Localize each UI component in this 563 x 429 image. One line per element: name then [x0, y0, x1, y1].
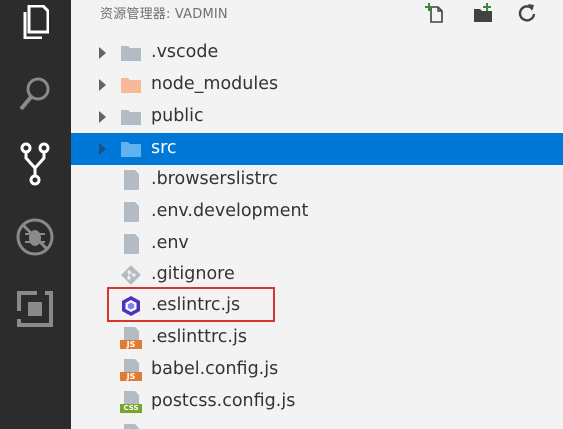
- search-icon[interactable]: [13, 72, 57, 116]
- tree-item-vscode[interactable]: .vscode: [71, 37, 563, 69]
- refresh-icon[interactable]: [515, 2, 539, 24]
- tree-item-env[interactable]: .env: [71, 228, 563, 260]
- new-folder-icon[interactable]: [471, 2, 495, 24]
- folder-icon: [121, 110, 141, 125]
- tree-item-eslinttrc-js[interactable]: JS .eslinttrc.js: [71, 322, 563, 354]
- debug-icon[interactable]: [13, 215, 57, 259]
- tree-item-label: babel.config.js: [151, 359, 279, 379]
- chevron-right-icon: [99, 111, 106, 123]
- folder-icon: [121, 46, 141, 61]
- tree-item-node-modules[interactable]: node_modules: [71, 69, 563, 101]
- tree-item-babel-config-js[interactable]: JS babel.config.js: [71, 354, 563, 386]
- git-icon: [121, 265, 141, 285]
- tree-item-partial[interactable]: [71, 418, 563, 429]
- chevron-right-icon: [99, 79, 106, 91]
- tree-item-label: .browserslistrc: [151, 169, 278, 189]
- js-file-icon: JS: [120, 359, 142, 381]
- css-file-icon: CSS: [120, 391, 142, 413]
- tree-item-browserslistrc[interactable]: .browserslistrc: [71, 164, 563, 196]
- js-badge: JS: [120, 340, 142, 349]
- js-file-icon: JS: [120, 327, 142, 349]
- tree-item-label: src: [151, 138, 177, 158]
- css-badge: CSS: [120, 404, 142, 413]
- js-badge: JS: [120, 372, 142, 381]
- tree-item-src[interactable]: src: [71, 133, 563, 165]
- tree-item-postcss-config-js[interactable]: CSS postcss.config.js: [71, 386, 563, 418]
- tree-item-label: postcss.config.js: [151, 391, 296, 411]
- file-icon: [124, 234, 139, 254]
- tree-item-label: .gitignore: [151, 264, 235, 284]
- folder-icon: [121, 78, 141, 93]
- tree-item-label: node_modules: [151, 74, 279, 94]
- file-icon: [124, 424, 139, 429]
- tree-item-label: public: [151, 106, 204, 126]
- files-icon[interactable]: [13, 0, 57, 44]
- folder-icon: [121, 142, 141, 157]
- new-file-icon[interactable]: [423, 2, 447, 24]
- highlight-box: [107, 287, 275, 322]
- activity-bar: [0, 0, 71, 429]
- file-icon: [124, 170, 139, 190]
- tree-item-label: .vscode: [151, 42, 219, 62]
- explorer-panel: 资源管理器: VADMIN .vscode node_modules publi…: [71, 0, 563, 429]
- tree-item-label: .eslinttrc.js: [151, 327, 247, 347]
- explorer-title: 资源管理器: VADMIN: [100, 7, 228, 22]
- file-icon: [124, 202, 139, 222]
- chevron-right-icon: [99, 47, 106, 59]
- chevron-right-icon: [99, 143, 106, 155]
- explorer-header: 资源管理器: VADMIN: [71, 0, 563, 28]
- tree-item-public[interactable]: public: [71, 101, 563, 133]
- source-control-icon[interactable]: [13, 142, 57, 186]
- tree-item-label: .env.development: [151, 201, 309, 221]
- tree-item-label: .env: [151, 233, 189, 253]
- extensions-icon[interactable]: [13, 287, 57, 331]
- tree-item-env-development[interactable]: .env.development: [71, 196, 563, 228]
